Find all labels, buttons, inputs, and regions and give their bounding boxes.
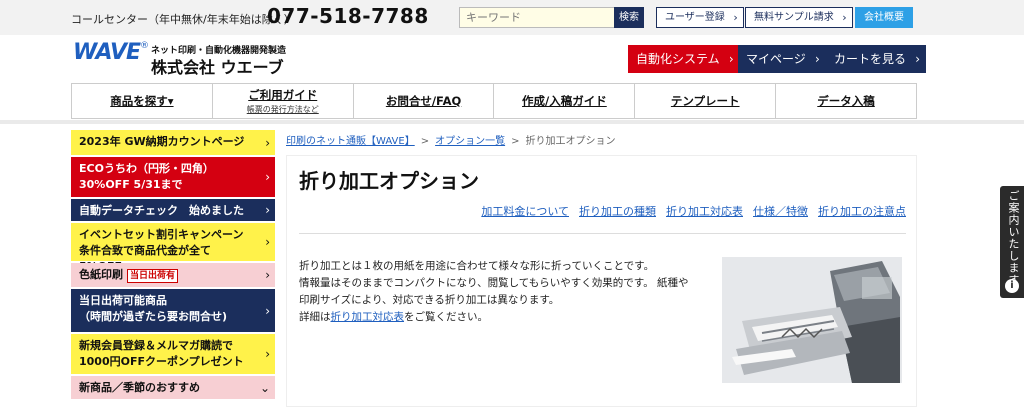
nav-label: データ入稿 <box>817 94 875 108</box>
main-content: 折り加工オプション 加工料金について 折り加工の種類 折り加工対応表 仕様／特徴… <box>286 155 917 407</box>
callcenter-label: コールセンター（年中無休/年末年始は除く） <box>71 13 295 26</box>
breadcrumb: 印刷のネット通販【WAVE】 > オプション一覧 > 折り加工オプション <box>286 132 615 147</box>
sidebar-item-same-day-products[interactable]: 当日出荷可能商品 （時間が過ぎたら要お問合せ) › <box>71 289 275 332</box>
sidebar-item-label: ECOうちわ（円形・四角） <box>79 162 214 175</box>
search-button[interactable]: 検索 <box>614 7 644 28</box>
chevron-right-icon: › <box>265 170 270 184</box>
anchor-specs[interactable]: 仕様／特徴 <box>753 203 808 219</box>
global-nav: 商品を探す▾ ご利用ガイド 帳票の発行方法など お問合せ/FAQ 作成/入稿ガイ… <box>71 83 917 119</box>
view-cart-button[interactable]: カートを見る › <box>826 45 927 73</box>
description-para: 折り加工とは１枚の用紙を用途に合わせて様々な形に折っていくことです。 <box>299 260 655 272</box>
company-profile-link[interactable]: 会社概要 <box>855 7 913 28</box>
nav-label: ご利用ガイド <box>248 88 318 102</box>
chevron-right-icon: › <box>265 303 270 318</box>
automation-system-button[interactable]: 自動化システム › <box>628 45 740 73</box>
breadcrumb-separator: > <box>420 136 430 147</box>
nav-label: 作成/入稿ガイド <box>522 94 607 108</box>
sidebar-item-event-set-discount[interactable]: イベントセット割引キャンペーン 条件合致で商品代金が全て5%OFF › <box>71 223 275 273</box>
chevron-right-icon: › <box>265 203 270 217</box>
info-icon: i <box>1005 279 1019 293</box>
sidebar-item-shikishi-print[interactable]: 色紙印刷 当日出荷有 › <box>71 263 275 287</box>
sidebar-item-label: イベントセット割引キャンペーン <box>79 228 244 241</box>
chevron-right-icon: › <box>842 11 847 24</box>
sidebar-item-label: 新規会員登録＆メルマガ購読で <box>79 339 233 352</box>
folding-machine-illustration <box>722 257 902 383</box>
chevron-right-icon: › <box>733 11 738 24</box>
chevron-right-icon: › <box>265 135 270 150</box>
anchor-fold-types[interactable]: 折り加工の種類 <box>579 203 656 219</box>
mypage-button[interactable]: マイページ › <box>738 45 826 73</box>
user-register-label: ユーザー登録 <box>665 12 725 23</box>
chevron-right-icon: › <box>265 235 270 249</box>
view-cart-label: カートを見る <box>834 52 907 66</box>
sidebar-item-sublabel: 30%OFF 5/31まで <box>79 178 183 191</box>
guide-side-tab[interactable]: ご案内いたします i <box>1000 186 1024 298</box>
top-bar: コールセンター（年中無休/年末年始は除く） 077-518-7788 検索 ユー… <box>0 0 1024 35</box>
sidebar-item-sublabel: 1000円OFFクーポンプレゼント <box>79 355 244 368</box>
sidebar-item-member-coupon[interactable]: 新規会員登録＆メルマガ購読で 1000円OFFクーポンプレゼント › <box>71 334 275 374</box>
sidebar-item-gw-countdown[interactable]: 2023年 GW納期カウントページ › <box>71 130 275 155</box>
company-name: 株式会社 ウエーブ <box>151 58 284 77</box>
logo-wordmark: WAVE <box>73 40 141 65</box>
description-para: 詳細は折り加工対応表をご覧ください。 <box>299 309 697 326</box>
chevron-right-icon: › <box>814 52 820 66</box>
nav-label: テンプレート <box>670 94 740 108</box>
anchor-links: 加工料金について 折り加工の種類 折り加工対応表 仕様／特徴 折り加工の注意点 <box>481 203 906 219</box>
chevron-right-icon: › <box>728 52 734 66</box>
search-input[interactable] <box>459 7 615 28</box>
free-sample-label: 無料サンプル請求 <box>754 12 834 23</box>
nav-label: お問合せ/FAQ <box>385 94 462 108</box>
breadcrumb-current: 折り加工オプション <box>525 136 616 147</box>
sidebar-item-label: 自動データチェック 始めました <box>79 204 244 217</box>
sidebar: 2023年 GW納期カウントページ › ECOうちわ（円形・四角） 30%OFF… <box>71 130 275 401</box>
nav-data-submit[interactable]: データ入稿 <box>776 84 916 118</box>
breadcrumb-home-link[interactable]: 印刷のネット通販【WAVE】 <box>286 136 415 147</box>
page-title: 折り加工オプション <box>299 169 479 193</box>
sidebar-item-label: 当日出荷可能商品 <box>79 294 167 307</box>
nav-contact-faq[interactable]: お問合せ/FAQ <box>354 84 495 118</box>
description: 折り加工とは１枚の用紙を用途に合わせて様々な形に折っていくことです。 情報量はそ… <box>299 258 697 326</box>
free-sample-link[interactable]: 無料サンプル請求 › <box>745 7 853 28</box>
anchor-notes[interactable]: 折り加工の注意点 <box>818 203 906 219</box>
description-para: 情報量はそのままでコンパクトになり、閲覧してもらいやすく効果的です。 紙種や印刷… <box>299 277 689 306</box>
description-prefix: 詳細は <box>299 311 331 323</box>
sidebar-item-label: 2023年 GW納期カウントページ <box>79 135 245 148</box>
mypage-label: マイページ <box>746 52 806 66</box>
nav-create-guide[interactable]: 作成/入稿ガイド <box>494 84 636 118</box>
content-divider <box>299 233 906 234</box>
anchor-fold-table[interactable]: 折り加工対応表 <box>666 203 743 219</box>
sidebar-item-label: 色紙印刷 <box>79 268 123 281</box>
sidebar-item-auto-data-check[interactable]: 自動データチェック 始めました › <box>71 199 275 221</box>
chevron-right-icon: › <box>915 52 921 66</box>
nav-user-guide[interactable]: ご利用ガイド 帳票の発行方法など <box>213 84 354 118</box>
logo-registered-mark: ® <box>140 41 149 51</box>
fold-table-link[interactable]: 折り加工対応表 <box>331 311 405 323</box>
chevron-right-icon: › <box>265 347 270 361</box>
nav-label: 商品を探す▾ <box>110 94 174 108</box>
user-register-link[interactable]: ユーザー登録 › <box>656 7 744 28</box>
sidebar-item-sublabel: （時間が過ぎたら要お問合せ) <box>79 310 228 323</box>
folding-machine-image <box>722 257 902 383</box>
sidebar-item-eco-uchiwa[interactable]: ECOうちわ（円形・四角） 30%OFF 5/31まで › <box>71 157 275 197</box>
sidebar-item-new-products[interactable]: 新商品／季節のおすすめ ⌄ <box>71 376 275 399</box>
header-divider <box>0 120 1024 124</box>
anchor-pricing[interactable]: 加工料金について <box>481 203 569 219</box>
chevron-right-icon: › <box>265 268 270 282</box>
breadcrumb-options-link[interactable]: オプション一覧 <box>435 136 505 147</box>
company-profile-label: 会社概要 <box>864 12 904 23</box>
nav-sublabel[interactable]: 帳票の発行方法など <box>213 104 353 115</box>
nav-templates[interactable]: テンプレート <box>635 84 777 118</box>
nav-find-products[interactable]: 商品を探す▾ <box>72 84 213 118</box>
automation-system-label: 自動化システム <box>636 52 720 66</box>
sidebar-item-label: 新商品／季節のおすすめ <box>79 381 200 394</box>
phone-number[interactable]: 077-518-7788 <box>267 4 429 28</box>
breadcrumb-separator: > <box>511 136 520 147</box>
description-suffix: をご覧ください。 <box>404 311 488 323</box>
side-tab-label: ご案内いたします <box>1007 190 1020 286</box>
chevron-down-icon: ⌄ <box>259 380 270 395</box>
same-day-badge: 当日出荷有 <box>127 269 179 283</box>
